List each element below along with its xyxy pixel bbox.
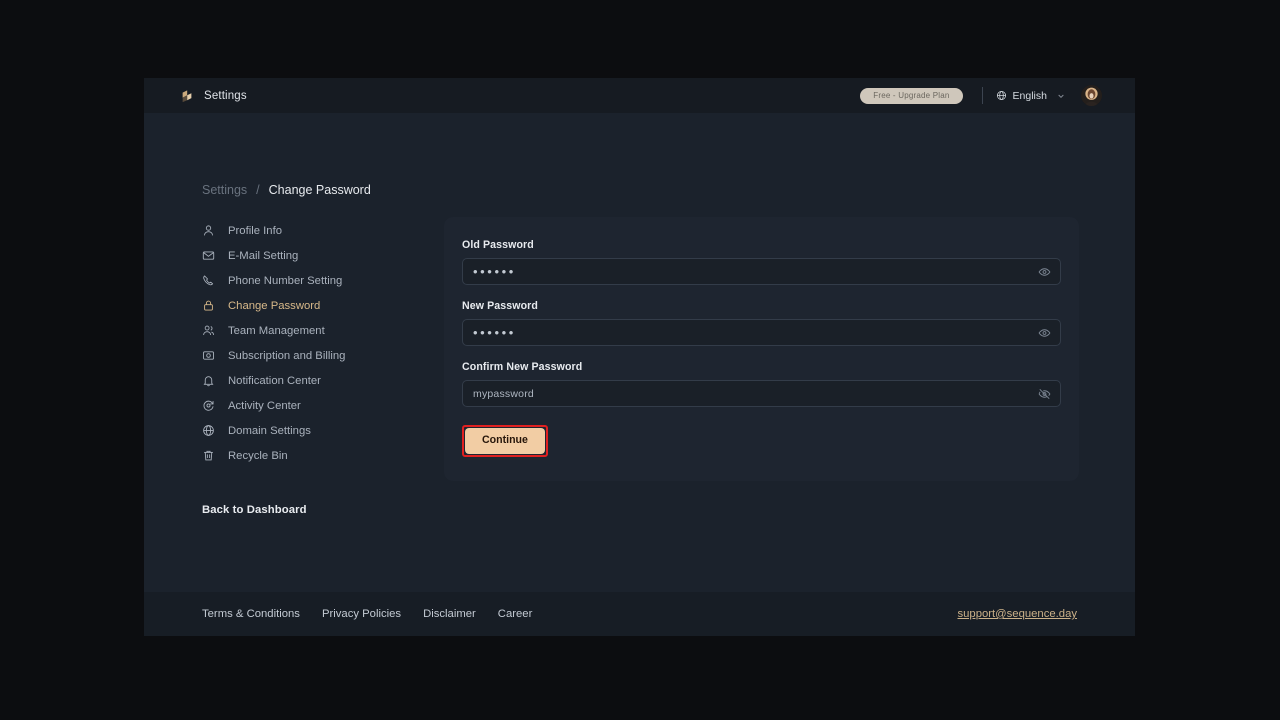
new-password-input[interactable] xyxy=(463,320,1060,345)
sidebar-item-team-management[interactable]: Team Management xyxy=(202,318,444,343)
sidebar-item-label: Subscription and Billing xyxy=(228,349,346,362)
app-header: Settings Free - Upgrade Plan English xyxy=(144,78,1135,113)
footer-links: Terms & Conditions Privacy Policies Disc… xyxy=(202,608,532,620)
sidebar-item-label: Notification Center xyxy=(228,374,321,387)
footer-link-terms[interactable]: Terms & Conditions xyxy=(202,608,300,620)
globe-icon xyxy=(202,424,215,437)
breadcrumb-settings[interactable]: Settings xyxy=(202,183,247,197)
sidebar-item-label: Activity Center xyxy=(228,399,301,412)
sidebar-item-label: Team Management xyxy=(228,324,325,337)
sidebar-item-recycle-bin[interactable]: Recycle Bin xyxy=(202,443,444,468)
app-viewport: Settings Free - Upgrade Plan English Set… xyxy=(144,78,1135,636)
support-email-link[interactable]: support@sequence.day xyxy=(958,608,1078,620)
old-password-label: Old Password xyxy=(462,239,534,251)
sidebar-item-label: Change Password xyxy=(228,299,321,312)
sidebar-item-domain-settings[interactable]: Domain Settings xyxy=(202,418,444,443)
new-password-label: New Password xyxy=(462,300,538,312)
old-password-inputrow xyxy=(462,258,1061,285)
chevron-down-icon xyxy=(1053,92,1065,100)
confirm-new-password-inputrow xyxy=(462,380,1061,407)
app-title: Settings xyxy=(204,89,247,102)
app-logo-icon xyxy=(180,89,194,103)
sidebar-item-activity-center[interactable]: Activity Center xyxy=(202,393,444,418)
continue-button[interactable]: Continue xyxy=(465,428,545,454)
change-password-card: Old Password New Passw xyxy=(444,217,1079,481)
brand[interactable]: Settings xyxy=(180,89,247,103)
footer-link-career[interactable]: Career xyxy=(498,608,533,620)
breadcrumb: Settings / Change Password xyxy=(202,183,444,197)
settings-sidebar: Settings / Change Password Profile Info xyxy=(144,113,444,592)
toggle-confirm-password-visibility-icon[interactable] xyxy=(1038,387,1051,400)
sidebar-item-notification-center[interactable]: Notification Center xyxy=(202,368,444,393)
continue-button-highlight: Continue xyxy=(462,425,548,457)
header-divider xyxy=(981,87,983,104)
new-password-field: New Password xyxy=(462,300,1061,346)
confirm-new-password-label: Confirm New Password xyxy=(462,361,583,373)
breadcrumb-separator: / xyxy=(256,183,260,197)
footer-link-privacy[interactable]: Privacy Policies xyxy=(322,608,401,620)
confirm-new-password-input[interactable] xyxy=(463,381,1060,406)
new-password-inputrow xyxy=(462,319,1061,346)
globe-icon xyxy=(996,90,1007,101)
envelope-icon xyxy=(202,249,215,262)
language-selector[interactable]: English xyxy=(996,90,1065,102)
trash-icon xyxy=(202,449,215,462)
sidebar-item-change-password[interactable]: Change Password xyxy=(202,293,444,318)
sidebar-item-label: E-Mail Setting xyxy=(228,249,299,262)
old-password-field: Old Password xyxy=(462,239,1061,285)
confirm-new-password-field: Confirm New Password xyxy=(462,361,1061,407)
header-controls: Free - Upgrade Plan English xyxy=(860,78,1102,113)
upgrade-plan-pill[interactable]: Free - Upgrade Plan xyxy=(860,87,963,104)
sidebar-item-email-setting[interactable]: E-Mail Setting xyxy=(202,243,444,268)
activity-icon xyxy=(202,399,215,412)
app-footer: Terms & Conditions Privacy Policies Disc… xyxy=(144,592,1135,636)
bell-icon xyxy=(202,374,215,387)
sidebar-item-subscription-and-billing[interactable]: Subscription and Billing xyxy=(202,343,444,368)
billing-card-icon xyxy=(202,349,215,362)
sidebar-item-label: Domain Settings xyxy=(228,424,311,437)
lock-icon xyxy=(202,299,215,312)
person-icon xyxy=(202,224,215,237)
old-password-input[interactable] xyxy=(463,259,1060,284)
sidebar-item-label: Phone Number Setting xyxy=(228,274,343,287)
sidebar-item-profile-info[interactable]: Profile Info xyxy=(202,218,444,243)
footer-link-disclaimer[interactable]: Disclaimer xyxy=(423,608,476,620)
sidebar-item-label: Profile Info xyxy=(228,224,283,237)
people-icon xyxy=(202,324,215,337)
sidebar-item-label: Recycle Bin xyxy=(228,449,288,462)
avatar[interactable] xyxy=(1081,85,1102,106)
form-area: Old Password New Passw xyxy=(444,113,1135,592)
phone-icon xyxy=(202,274,215,287)
toggle-new-password-visibility-icon[interactable] xyxy=(1038,326,1051,339)
app-body: Settings / Change Password Profile Info xyxy=(144,113,1135,592)
language-label: English xyxy=(1012,89,1047,102)
back-to-dashboard-link[interactable]: Back to Dashboard xyxy=(202,504,444,516)
toggle-old-password-visibility-icon[interactable] xyxy=(1038,265,1051,278)
breadcrumb-current: Change Password xyxy=(268,183,371,197)
sidebar-nav: Profile Info E-Mail Setting Phone Number… xyxy=(202,218,444,468)
sidebar-item-phone-number-setting[interactable]: Phone Number Setting xyxy=(202,268,444,293)
